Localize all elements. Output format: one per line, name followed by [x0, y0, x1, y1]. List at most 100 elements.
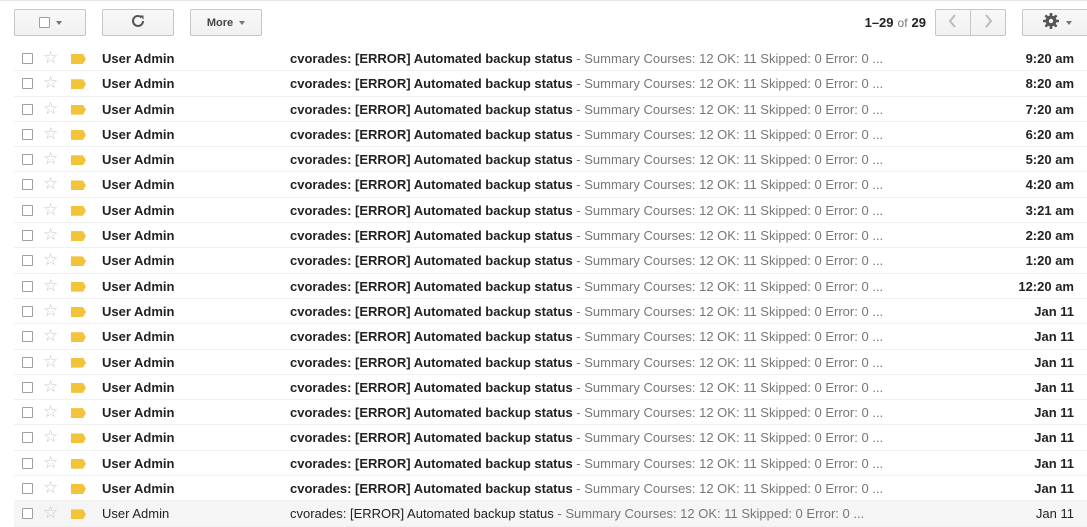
- email-row[interactable]: ☆ User Admin cvorades: [ERROR] Automated b…: [14, 121, 1087, 148]
- label-tag-icon[interactable]: [71, 332, 86, 343]
- star-icon[interactable]: ☆: [43, 251, 58, 269]
- email-snippet: Summary Courses: 12 OK: 11 Skipped: 0 Er…: [584, 354, 884, 370]
- email-row[interactable]: ☆ User Admin cvorades: [ERROR] Automated b…: [14, 501, 1087, 527]
- settings-button[interactable]: [1022, 9, 1087, 36]
- email-subject-line: cvorades: [ERROR] Automated backup statu…: [290, 152, 930, 167]
- star-icon[interactable]: ☆: [43, 327, 58, 345]
- star-icon[interactable]: ☆: [43, 377, 58, 396]
- star-icon[interactable]: ☆: [43, 276, 58, 295]
- email-row[interactable]: ☆ User Admin cvorades: [ERROR] Automated b…: [14, 298, 1087, 325]
- label-tag-icon[interactable]: [71, 129, 86, 140]
- email-row[interactable]: ☆ User Admin cvorades: [ERROR] Automated b…: [14, 172, 1087, 198]
- star-icon[interactable]: ☆: [43, 226, 58, 244]
- older-button[interactable]: [970, 9, 1006, 36]
- row-checkbox[interactable]: [22, 204, 33, 216]
- label-tag-icon[interactable]: [71, 408, 86, 419]
- row-checkbox[interactable]: [22, 255, 33, 267]
- email-row[interactable]: ☆ User Admin cvorades: [ERROR] Automated b…: [14, 324, 1087, 350]
- label-tag-icon[interactable]: [71, 155, 86, 166]
- row-checkbox[interactable]: [22, 128, 33, 140]
- email-row[interactable]: ☆ User Admin cvorades: [ERROR] Automated b…: [14, 273, 1087, 299]
- email-row[interactable]: ☆ User Admin cvorades: [ERROR] Automated b…: [14, 349, 1087, 375]
- email-subject-line: cvorades: [ERROR] Automated backup statu…: [290, 329, 930, 344]
- row-checkbox[interactable]: [22, 331, 33, 343]
- email-subject-line: cvorades: [ERROR] Automated backup statu…: [290, 405, 930, 420]
- label-tag-icon[interactable]: [71, 205, 86, 216]
- email-subject-line: cvorades: [ERROR] Automated backup statu…: [290, 380, 930, 395]
- star-icon[interactable]: ☆: [43, 479, 58, 497]
- label-tag-icon[interactable]: [71, 458, 86, 469]
- email-subject: cvorades: [ERROR] Automated backup statu…: [290, 51, 573, 66]
- star-icon[interactable]: ☆: [43, 99, 58, 118]
- email-row[interactable]: ☆ User Admin cvorades: [ERROR] Automated b…: [14, 197, 1087, 224]
- label-tag-icon[interactable]: [71, 281, 86, 292]
- email-snippet: Summary Courses: 12 OK: 11 Skipped: 0 Er…: [584, 278, 884, 294]
- label-tag-icon[interactable]: [71, 306, 86, 317]
- row-checkbox[interactable]: [22, 508, 33, 520]
- email-row[interactable]: ☆ User Admin cvorades: [ERROR] Automated b…: [14, 476, 1087, 502]
- star-icon[interactable]: ☆: [43, 428, 58, 446]
- label-tag-icon[interactable]: [71, 180, 86, 191]
- row-checkbox[interactable]: [22, 407, 33, 419]
- newer-button[interactable]: [935, 9, 971, 36]
- star-icon[interactable]: ☆: [43, 504, 58, 522]
- label-tag-icon[interactable]: [71, 433, 86, 444]
- star-icon[interactable]: ☆: [43, 74, 58, 92]
- label-tag-icon[interactable]: [71, 484, 86, 495]
- star-icon[interactable]: ☆: [43, 175, 58, 193]
- email-row[interactable]: ☆ User Admin cvorades: [ERROR] Automated b…: [14, 450, 1087, 477]
- star-icon[interactable]: ☆: [43, 403, 58, 421]
- email-row[interactable]: ☆ User Admin cvorades: [ERROR] Automated b…: [14, 374, 1087, 401]
- row-checkbox[interactable]: [22, 179, 33, 191]
- refresh-button[interactable]: [102, 9, 174, 36]
- row-checkbox[interactable]: [22, 305, 33, 317]
- row-checkbox[interactable]: [22, 154, 33, 166]
- more-button[interactable]: More: [190, 9, 262, 36]
- label-tag-icon[interactable]: [71, 104, 86, 115]
- row-checkbox[interactable]: [22, 483, 33, 495]
- label-tag-icon[interactable]: [71, 357, 86, 368]
- star-icon[interactable]: ☆: [43, 352, 58, 371]
- email-time: 8:20 am: [1025, 76, 1074, 92]
- star-icon[interactable]: ☆: [43, 301, 58, 320]
- email-subject-line: cvorades: [ERROR] Automated backup statu…: [290, 102, 930, 117]
- email-subject: cvorades: [ERROR] Automated backup statu…: [290, 430, 573, 446]
- row-checkbox[interactable]: [22, 53, 33, 64]
- email-time: 4:20 am: [1025, 177, 1074, 193]
- label-tag-icon[interactable]: [71, 79, 86, 90]
- email-row[interactable]: ☆ User Admin cvorades: [ERROR] Automated b…: [14, 46, 1087, 72]
- star-icon[interactable]: ☆: [43, 150, 58, 168]
- row-checkbox[interactable]: [22, 103, 33, 115]
- email-row[interactable]: ☆ User Admin cvorades: [ERROR] Automated b…: [14, 71, 1087, 97]
- email-snippet: Summary Courses: 12 OK: 11 Skipped: 0 Er…: [584, 430, 884, 446]
- row-checkbox[interactable]: [22, 381, 33, 393]
- caret-down-icon: [239, 20, 246, 25]
- email-snippet: Summary Courses: 12 OK: 11 Skipped: 0 Er…: [584, 455, 884, 471]
- email-row[interactable]: ☆ User Admin cvorades: [ERROR] Automated b…: [14, 96, 1087, 122]
- chevron-right-icon: [983, 14, 993, 31]
- row-checkbox[interactable]: [22, 432, 33, 444]
- row-checkbox[interactable]: [22, 457, 33, 469]
- email-row[interactable]: ☆ User Admin cvorades: [ERROR] Automated b…: [14, 400, 1087, 426]
- star-icon[interactable]: ☆: [43, 200, 58, 219]
- star-icon[interactable]: ☆: [43, 453, 58, 472]
- row-checkbox[interactable]: [22, 356, 33, 368]
- row-checkbox[interactable]: [22, 280, 33, 292]
- email-row[interactable]: ☆ User Admin cvorades: [ERROR] Automated b…: [14, 223, 1087, 249]
- email-sender: User Admin: [102, 506, 170, 522]
- email-row[interactable]: ☆ User Admin cvorades: [ERROR] Automated b…: [14, 147, 1087, 173]
- select-dropdown-button[interactable]: [14, 9, 86, 36]
- label-tag-icon[interactable]: [71, 382, 86, 393]
- subject-separator: -: [572, 329, 585, 345]
- label-tag-icon[interactable]: [71, 54, 86, 64]
- select-all-checkbox[interactable]: [38, 17, 50, 28]
- label-tag-icon[interactable]: [71, 509, 86, 520]
- label-tag-icon[interactable]: [71, 256, 86, 267]
- email-row[interactable]: ☆ User Admin cvorades: [ERROR] Automated b…: [14, 425, 1087, 451]
- row-checkbox[interactable]: [22, 230, 33, 242]
- star-icon[interactable]: ☆: [43, 49, 58, 67]
- email-row[interactable]: ☆ User Admin cvorades: [ERROR] Automated b…: [14, 248, 1087, 274]
- label-tag-icon[interactable]: [71, 231, 86, 242]
- star-icon[interactable]: ☆: [43, 124, 58, 143]
- row-checkbox[interactable]: [22, 78, 33, 90]
